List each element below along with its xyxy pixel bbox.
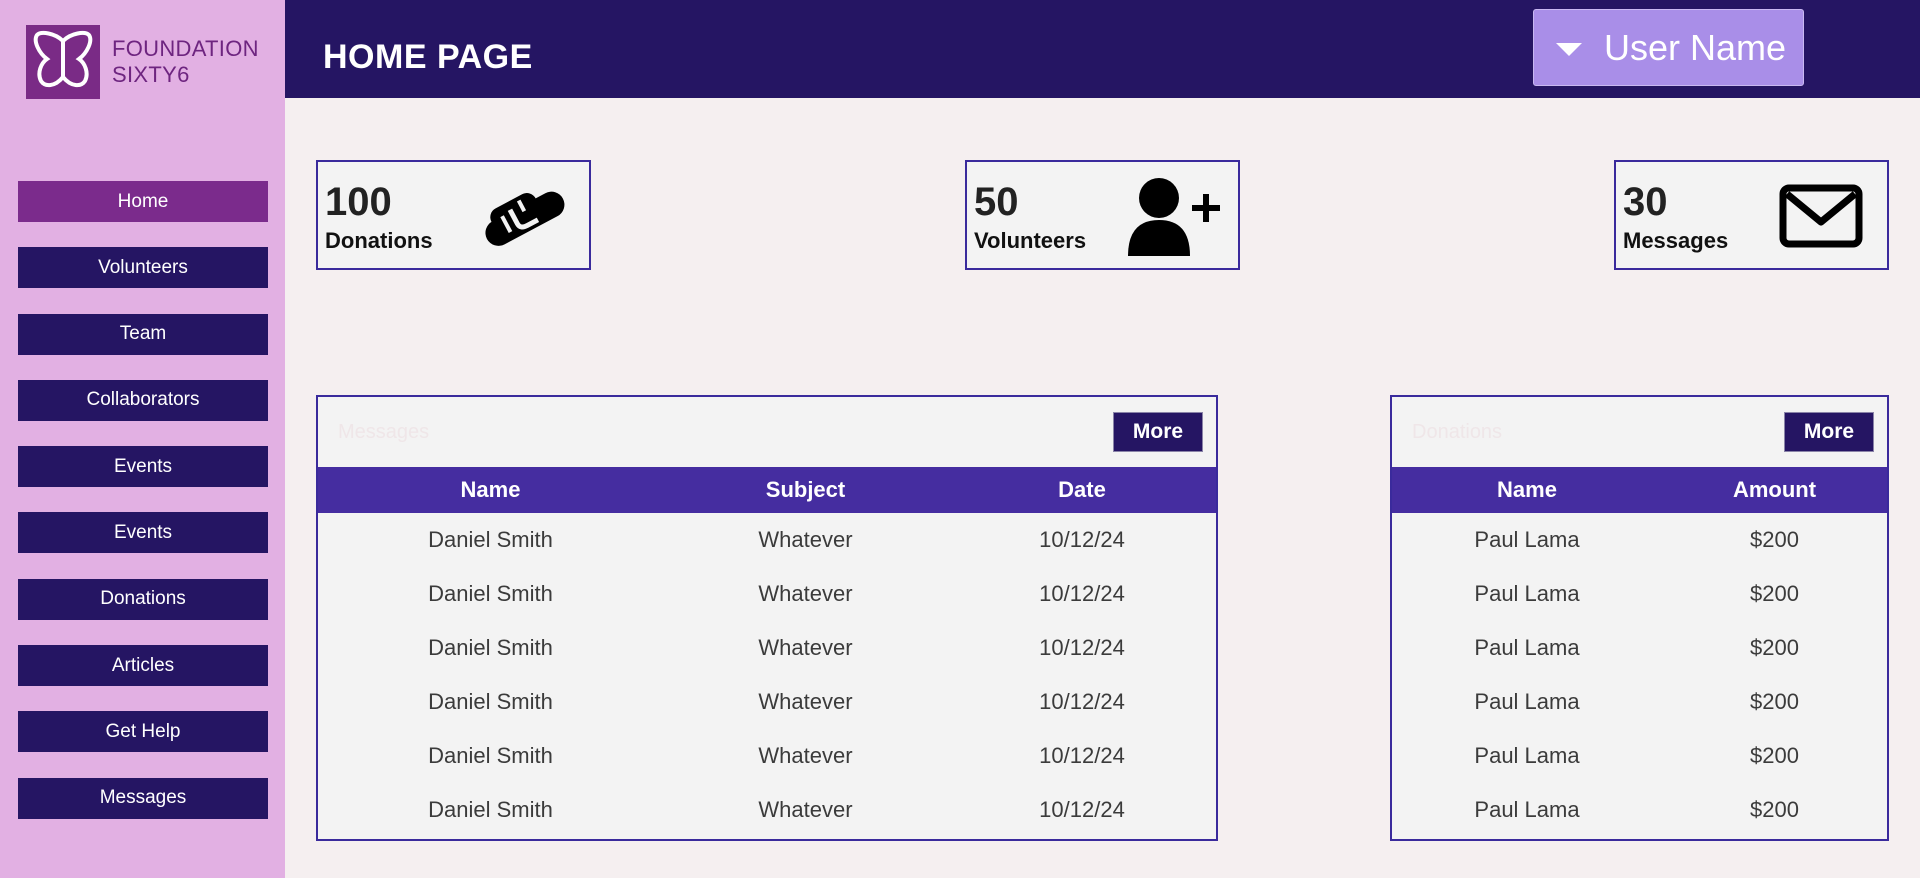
cell-name: Daniel Smith	[428, 527, 553, 552]
cell-name: Paul Lama	[1474, 689, 1580, 714]
sidebar-item-collaborators[interactable]: Collaborators	[18, 379, 268, 421]
table-row[interactable]: Daniel Smith Whatever 10/12/24	[318, 675, 1216, 729]
messages-panel: Messages More Name Subject Date Daniel S…	[316, 395, 1218, 841]
sidebar-nav: Home Volunteers Team Collaborators Event…	[18, 181, 268, 844]
sidebar-item-articles[interactable]: Articles	[18, 645, 268, 687]
stat-label: Volunteers	[974, 228, 1087, 253]
column-header-name[interactable]: Name	[1392, 467, 1662, 513]
cell-name: Paul Lama	[1474, 527, 1580, 552]
handshake-icon	[475, 176, 573, 258]
table-row[interactable]: Daniel Smith Whatever 10/12/24	[318, 513, 1216, 567]
table-header: Name Amount	[1392, 467, 1887, 513]
donations-more-button[interactable]: More	[1784, 412, 1874, 452]
table-row[interactable]: Paul Lama $200	[1392, 729, 1887, 783]
cell-subject: Whatever	[758, 797, 853, 822]
cell-name: Daniel Smith	[428, 581, 553, 606]
cell-subject: Whatever	[758, 689, 853, 714]
stat-label: Messages	[1623, 228, 1729, 253]
cell-name: Daniel Smith	[428, 797, 553, 822]
cell-date: 10/12/24	[1039, 689, 1125, 714]
stat-card-donations[interactable]: 100 Donations	[316, 160, 591, 270]
page-title: HOME PAGE	[323, 38, 533, 76]
cell-name: Paul Lama	[1474, 581, 1580, 606]
cell-name: Paul Lama	[1474, 635, 1580, 660]
stat-card-volunteers[interactable]: 50 Volunteers	[965, 160, 1240, 270]
cell-subject: Whatever	[758, 743, 853, 768]
add-user-icon	[1124, 176, 1222, 258]
messages-more-button[interactable]: More	[1113, 412, 1203, 452]
cell-amount: $200	[1750, 581, 1799, 606]
donations-table-body: Paul Lama $200 Paul Lama $200 Paul Lama …	[1392, 513, 1887, 837]
cell-subject: Whatever	[758, 635, 853, 660]
sidebar-item-team[interactable]: Team	[18, 313, 268, 355]
user-name-label: User Name	[1604, 26, 1787, 68]
cell-date: 10/12/24	[1039, 581, 1125, 606]
butterfly-logo-icon	[26, 25, 100, 99]
cell-amount: $200	[1750, 527, 1799, 552]
brand-line-1: FOUNDATION	[112, 36, 259, 61]
table-row[interactable]: Paul Lama $200	[1392, 567, 1887, 621]
column-header-name[interactable]: Name	[318, 467, 663, 513]
cell-subject: Whatever	[758, 581, 853, 606]
cell-amount: $200	[1750, 689, 1799, 714]
cell-name: Paul Lama	[1474, 743, 1580, 768]
stat-card-messages[interactable]: 30 Messages	[1614, 160, 1889, 270]
stat-label: Donations	[325, 228, 433, 253]
user-menu-button[interactable]: User Name	[1533, 9, 1804, 86]
table-row[interactable]: Daniel Smith Whatever 10/12/24	[318, 621, 1216, 675]
cell-amount: $200	[1750, 635, 1799, 660]
brand-logo[interactable]: FOUNDATION SIXTY6	[26, 25, 259, 99]
table-row[interactable]: Daniel Smith Whatever 10/12/24	[318, 729, 1216, 783]
table-row[interactable]: Daniel Smith Whatever 10/12/24	[318, 567, 1216, 621]
stat-value: 100	[325, 180, 392, 224]
panel-title: Donations	[1412, 421, 1503, 443]
cell-amount: $200	[1750, 797, 1799, 822]
cell-date: 10/12/24	[1039, 797, 1125, 822]
sidebar-item-messages[interactable]: Messages	[18, 777, 268, 819]
column-header-date[interactable]: Date	[948, 467, 1216, 513]
stat-value: 50	[974, 180, 1019, 224]
sidebar-item-events[interactable]: Events	[18, 446, 268, 488]
cell-name: Daniel Smith	[428, 635, 553, 660]
table-row[interactable]: Paul Lama $200	[1392, 675, 1887, 729]
cell-name: Daniel Smith	[428, 743, 553, 768]
brand-line-2: SIXTY6	[112, 62, 190, 87]
sidebar-item-volunteers[interactable]: Volunteers	[18, 247, 268, 289]
table-header: Name Subject Date	[318, 467, 1216, 513]
sidebar-item-events-2[interactable]: Events	[18, 512, 268, 554]
sidebar-item-home[interactable]: Home	[18, 181, 268, 222]
stat-value: 30	[1623, 180, 1668, 224]
header-bar: HOME PAGE User Name	[285, 0, 1920, 98]
table-row[interactable]: Paul Lama $200	[1392, 621, 1887, 675]
column-header-subject[interactable]: Subject	[663, 467, 948, 513]
cell-date: 10/12/24	[1039, 743, 1125, 768]
cell-name: Daniel Smith	[428, 689, 553, 714]
donations-panel: Donations More Name Amount Paul Lama $20…	[1390, 395, 1889, 841]
cell-date: 10/12/24	[1039, 527, 1125, 552]
messages-table-body: Daniel Smith Whatever 10/12/24 Daniel Sm…	[318, 513, 1216, 837]
caret-down-icon	[1556, 43, 1582, 56]
cell-amount: $200	[1750, 743, 1799, 768]
table-row[interactable]: Daniel Smith Whatever 10/12/24	[318, 783, 1216, 837]
cell-subject: Whatever	[758, 527, 853, 552]
table-row[interactable]: Paul Lama $200	[1392, 783, 1887, 837]
sidebar-item-donations[interactable]: Donations	[18, 578, 268, 620]
envelope-icon	[1773, 176, 1871, 258]
table-row[interactable]: Paul Lama $200	[1392, 513, 1887, 567]
cell-name: Paul Lama	[1474, 797, 1580, 822]
panel-title: Messages	[338, 421, 430, 443]
sidebar-item-get-help[interactable]: Get Help	[18, 711, 268, 753]
brand-name: FOUNDATION SIXTY6	[112, 36, 259, 88]
sidebar: FOUNDATION SIXTY6 Home Volunteers Team C…	[0, 0, 285, 878]
cell-date: 10/12/24	[1039, 635, 1125, 660]
column-header-amount[interactable]: Amount	[1662, 467, 1887, 513]
